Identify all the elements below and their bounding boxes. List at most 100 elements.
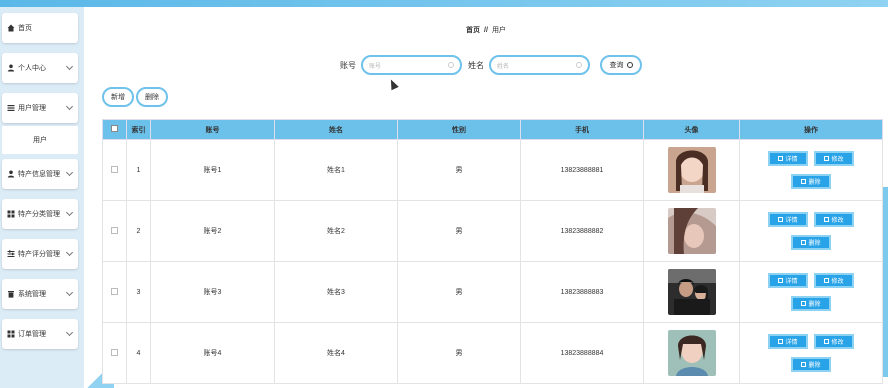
detail-button[interactable]: 详情 bbox=[768, 273, 808, 288]
edit-button-label: 修改 bbox=[831, 279, 844, 285]
action-bar: 新增 删除 bbox=[102, 87, 170, 107]
account-placeholder: 账号 bbox=[369, 63, 382, 70]
sidebar-item-label: 特产信息管理 bbox=[18, 171, 60, 178]
select-all-checkbox[interactable] bbox=[111, 125, 118, 132]
avatar bbox=[667, 208, 716, 254]
row-select-cell[interactable] bbox=[102, 139, 127, 201]
row-checkbox[interactable] bbox=[111, 226, 118, 234]
name-search-input[interactable]: 姓名 bbox=[489, 55, 590, 75]
table-header-row: 索引 账号 姓名 性别 手机 头像 操作 bbox=[102, 119, 883, 140]
column-header-gender: 性别 bbox=[397, 119, 521, 140]
trash-icon bbox=[801, 362, 807, 367]
phone-cell: 13823888881 bbox=[520, 139, 644, 201]
sidebar-item-label: 订单管理 bbox=[18, 331, 46, 338]
sidebar: 首页 个人中心 用户管理 用户 特产信息管理 特产分类管理 特产评分管理 系统管… bbox=[0, 7, 84, 388]
sidebar-item-specialty-category[interactable]: 特产分类管理 bbox=[2, 199, 78, 229]
home-icon bbox=[6, 24, 15, 33]
detail-button[interactable]: 详情 bbox=[768, 212, 808, 227]
edit-button[interactable]: 修改 bbox=[814, 151, 854, 166]
row-select-cell[interactable] bbox=[102, 261, 127, 323]
sidebar-item-orders[interactable]: 订单管理 bbox=[2, 319, 78, 349]
row-delete-button[interactable]: 删除 bbox=[791, 174, 831, 189]
table-row: 1 账号1 姓名1 男 13823888881 详情 修改 删除 bbox=[102, 139, 883, 201]
edit-button[interactable]: 修改 bbox=[814, 273, 854, 288]
grid-icon bbox=[6, 210, 15, 219]
avatar bbox=[667, 330, 716, 376]
edit-icon bbox=[824, 156, 830, 161]
edit-button[interactable]: 修改 bbox=[814, 212, 854, 227]
sidebar-item-specialty-info[interactable]: 特产信息管理 bbox=[2, 159, 78, 189]
detail-button-label: 详情 bbox=[785, 218, 798, 224]
actions-cell: 详情 修改 删除 bbox=[739, 200, 883, 262]
edit-button-label: 修改 bbox=[831, 218, 844, 224]
edit-icon bbox=[824, 278, 830, 283]
row-checkbox[interactable] bbox=[111, 348, 118, 356]
column-header-avatar: 头像 bbox=[643, 119, 740, 140]
row-delete-button-label: 删除 bbox=[808, 180, 821, 186]
avatar bbox=[667, 147, 716, 193]
index-cell: 1 bbox=[126, 139, 151, 201]
trash-icon bbox=[6, 290, 15, 299]
index-cell: 4 bbox=[126, 322, 151, 384]
edit-button[interactable]: 修改 bbox=[814, 334, 854, 349]
search-bar: 账号 账号 姓名 姓名 查询 bbox=[340, 55, 642, 75]
edit-icon bbox=[824, 339, 830, 344]
detail-button[interactable]: 详情 bbox=[768, 334, 808, 349]
chevron-down-icon bbox=[65, 208, 74, 217]
sidebar-subitem-label: 用户 bbox=[33, 137, 47, 144]
account-cell: 账号4 bbox=[150, 322, 275, 384]
chevron-down-icon bbox=[65, 328, 74, 337]
row-delete-button[interactable]: 删除 bbox=[791, 235, 831, 250]
detail-button-label: 详情 bbox=[785, 279, 798, 285]
query-button-label: 查询 bbox=[609, 62, 624, 69]
query-button[interactable]: 查询 bbox=[600, 55, 642, 75]
detail-icon bbox=[778, 278, 784, 283]
name-placeholder: 姓名 bbox=[497, 63, 510, 70]
column-header-name: 姓名 bbox=[274, 119, 398, 140]
input-search-icon bbox=[448, 62, 454, 68]
sidebar-item-system[interactable]: 系统管理 bbox=[2, 279, 78, 309]
name-cell: 姓名4 bbox=[274, 322, 398, 384]
detail-icon bbox=[778, 217, 784, 222]
select-all-cell[interactable] bbox=[102, 119, 127, 140]
gender-cell: 男 bbox=[397, 139, 521, 201]
row-select-cell[interactable] bbox=[102, 322, 127, 384]
row-delete-button-label: 删除 bbox=[808, 363, 821, 369]
table-row: 2 账号2 姓名2 男 13823888882 详情 修改 删除 bbox=[102, 200, 883, 262]
sidebar-item-specialty-rating[interactable]: 特产评分管理 bbox=[2, 239, 78, 269]
breadcrumb-home[interactable]: 首页 bbox=[466, 27, 480, 34]
phone-cell: 13823888884 bbox=[520, 322, 644, 384]
row-select-cell[interactable] bbox=[102, 200, 127, 262]
avatar-cell bbox=[643, 261, 740, 323]
account-search-input[interactable]: 账号 bbox=[361, 55, 462, 75]
row-delete-button-label: 删除 bbox=[808, 302, 821, 308]
main-content: 首页//用户 账号 账号 姓名 姓名 查询 新增 删除 索引 账号 姓名 性别 … bbox=[84, 7, 888, 388]
sidebar-item-home[interactable]: 首页 bbox=[2, 13, 78, 43]
breadcrumb-current: 用户 bbox=[491, 27, 506, 34]
chevron-down-icon bbox=[65, 248, 74, 257]
row-delete-button[interactable]: 删除 bbox=[791, 296, 831, 311]
chevron-down-icon bbox=[65, 288, 74, 297]
breadcrumb-separator: // bbox=[484, 27, 488, 34]
delete-button[interactable]: 删除 bbox=[136, 87, 168, 107]
name-cell: 姓名3 bbox=[274, 261, 398, 323]
sidebar-item-profile[interactable]: 个人中心 bbox=[2, 53, 78, 83]
grid-icon bbox=[6, 330, 15, 339]
sidebar-item-user-management[interactable]: 用户管理 bbox=[2, 93, 78, 123]
user-icon bbox=[6, 170, 15, 179]
avatar-cell bbox=[643, 200, 740, 262]
user-icon bbox=[6, 64, 15, 73]
detail-button-label: 详情 bbox=[785, 157, 798, 163]
row-checkbox[interactable] bbox=[111, 165, 118, 173]
avatar-cell bbox=[643, 139, 740, 201]
sidebar-subitem-users[interactable]: 用户 bbox=[2, 126, 78, 154]
row-checkbox[interactable] bbox=[111, 287, 118, 295]
detail-button[interactable]: 详情 bbox=[768, 151, 808, 166]
sliders-icon bbox=[6, 250, 15, 259]
index-cell: 2 bbox=[126, 200, 151, 262]
sidebar-item-label: 特产评分管理 bbox=[18, 251, 60, 258]
detail-icon bbox=[778, 339, 784, 344]
chevron-down-icon bbox=[65, 102, 74, 111]
add-button[interactable]: 新增 bbox=[102, 87, 134, 107]
row-delete-button[interactable]: 删除 bbox=[791, 357, 831, 372]
